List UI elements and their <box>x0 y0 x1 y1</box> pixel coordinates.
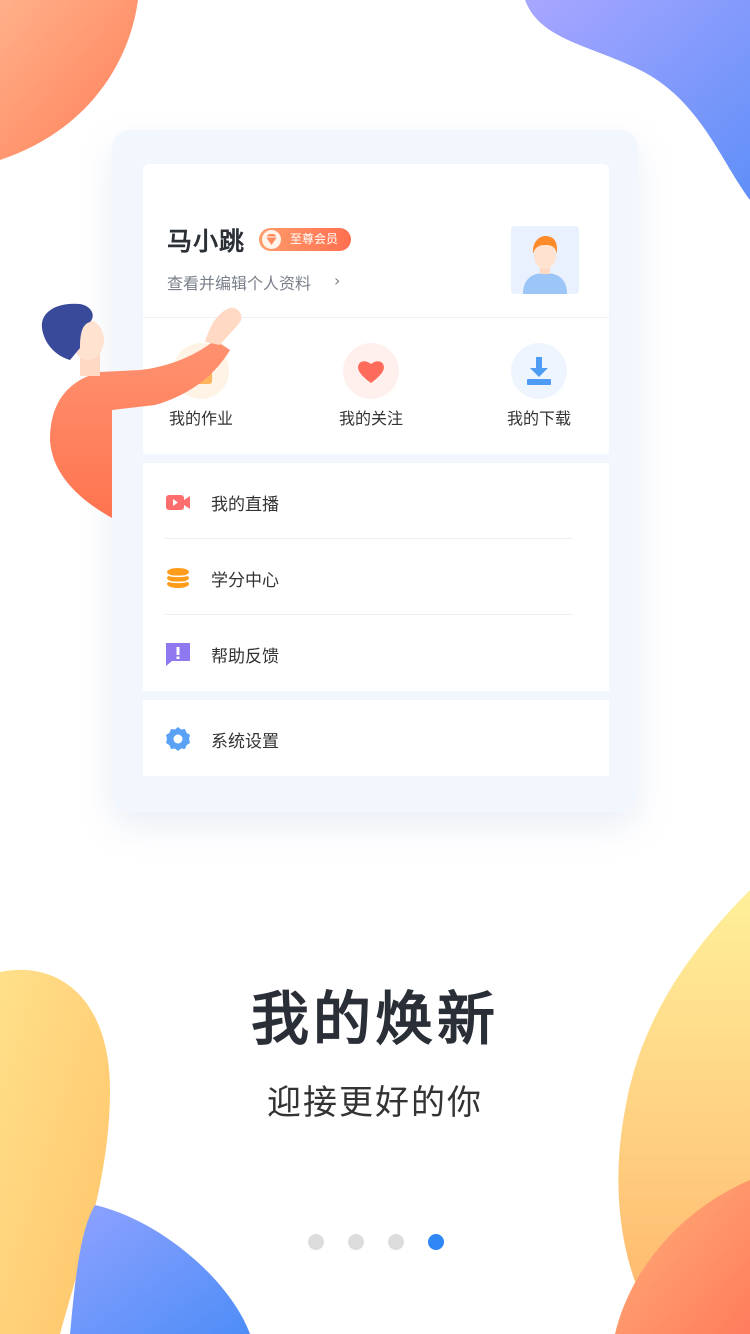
vip-badge: 至尊会员 <box>259 228 351 251</box>
gear-icon <box>165 726 191 752</box>
user-name: 马小跳 <box>167 227 246 256</box>
pager-dot[interactable] <box>388 1234 404 1250</box>
feedback-icon <box>165 641 191 667</box>
settings-group: 系统设置 <box>143 700 609 776</box>
person-illustration <box>41 303 242 518</box>
quick-action-follow[interactable]: 我的关注 <box>331 405 411 429</box>
page-title: 我的焕新 <box>250 985 499 1053</box>
menu-item-settings[interactable]: 系统设置 <box>143 700 609 776</box>
quick-action-download[interactable]: 我的下载 <box>499 405 579 429</box>
pager-dot[interactable] <box>308 1234 324 1250</box>
chevron-right-icon: › <box>334 271 341 290</box>
menu-item-credits-label: 学分中心 <box>211 571 279 591</box>
coins-icon <box>165 565 191 591</box>
pager-dot[interactable] <box>348 1234 364 1250</box>
page-subtitle: 迎接更好的你 <box>267 1083 483 1123</box>
menu-item-feedback-label: 帮助反馈 <box>211 647 279 667</box>
diamond-icon <box>262 230 281 249</box>
vip-badge-label: 至尊会员 <box>290 232 339 246</box>
pager-dot-active[interactable] <box>428 1234 444 1250</box>
download-icon[interactable] <box>511 343 567 399</box>
menu-separator <box>165 614 573 615</box>
menu-item-credits[interactable]: 学分中心 <box>143 539 609 615</box>
edit-profile-link[interactable]: 查看并编辑个人资料 <box>167 270 311 294</box>
heart-icon[interactable] <box>343 343 399 399</box>
menu-separator <box>165 538 573 539</box>
menu-item-settings-label: 系统设置 <box>211 732 279 752</box>
avatar[interactable] <box>511 226 579 294</box>
menu-item-feedback[interactable]: 帮助反馈 <box>143 615 609 691</box>
